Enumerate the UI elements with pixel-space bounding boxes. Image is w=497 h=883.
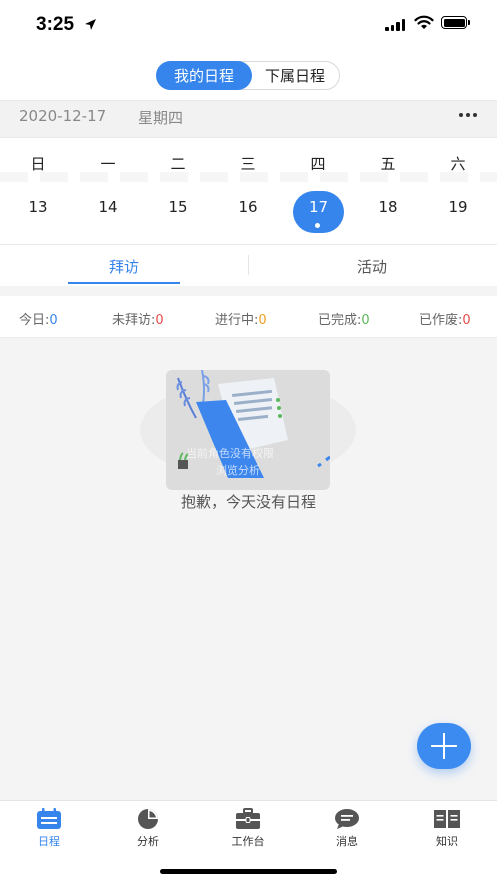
battery-tip bbox=[468, 20, 470, 25]
cellular-signal-icon bbox=[385, 18, 405, 31]
nav-label: 工作台 bbox=[231, 835, 265, 848]
stat-value: 0 bbox=[49, 313, 58, 328]
nav-item-workbench[interactable]: 工作台 bbox=[208, 808, 288, 849]
nav-item-schedule[interactable]: 日程 bbox=[9, 808, 89, 849]
nav-label: 消息 bbox=[336, 835, 358, 848]
nav-item-knowledge[interactable]: 知识 bbox=[407, 808, 487, 849]
calendar-list-icon bbox=[37, 808, 61, 829]
weekday-header: 五 bbox=[380, 155, 396, 173]
illustration-caption: 当前角色没有权限 bbox=[186, 446, 274, 460]
event-dot bbox=[315, 223, 320, 228]
nav-label: 知识 bbox=[436, 835, 458, 848]
stat-label: 已作废: bbox=[419, 313, 463, 328]
current-weekday: 星期四 bbox=[138, 109, 184, 127]
stat-voided[interactable]: 已作废:0 bbox=[419, 309, 471, 328]
weekday-header: 六 bbox=[450, 155, 466, 173]
stat-label: 未拜访: bbox=[112, 313, 156, 328]
empty-message: 抱歉，今天没有日程 bbox=[180, 493, 316, 511]
tab-divider bbox=[248, 255, 249, 275]
empty-illustration: 当前角色没有权限 浏览分析 bbox=[166, 370, 330, 490]
status-time: 3:25 bbox=[36, 14, 75, 35]
tab-activity[interactable]: 活动 bbox=[316, 256, 428, 277]
weekday-header: 四 bbox=[310, 155, 326, 173]
stat-label: 已完成: bbox=[318, 313, 362, 328]
book-icon bbox=[434, 810, 460, 828]
current-date[interactable]: 2020-12-17 bbox=[19, 107, 106, 125]
weekday-header: 三 bbox=[240, 155, 256, 173]
stat-label: 今日: bbox=[19, 313, 50, 328]
weekday-header: 一 bbox=[100, 155, 116, 173]
document-illustration-icon: 当前角色没有权限 浏览分析 bbox=[176, 370, 330, 478]
stat-completed[interactable]: 已完成:0 bbox=[318, 309, 370, 328]
stat-today[interactable]: 今日:0 bbox=[19, 309, 58, 328]
calendar-day[interactable]: 18 bbox=[368, 198, 408, 216]
plus-icon bbox=[431, 733, 457, 759]
stat-value: 0 bbox=[258, 313, 267, 328]
weekday-header: 二 bbox=[170, 155, 186, 173]
calendar-day[interactable]: 16 bbox=[228, 198, 268, 216]
calendar-day-selected[interactable]: 17 bbox=[293, 198, 344, 216]
calendar-day[interactable]: 14 bbox=[88, 198, 128, 216]
weekday-header: 日 bbox=[30, 155, 46, 173]
stat-value: 0 bbox=[361, 313, 370, 328]
stat-value: 0 bbox=[155, 313, 164, 328]
more-icon[interactable] bbox=[459, 113, 477, 117]
nav-item-analysis[interactable]: 分析 bbox=[108, 808, 188, 849]
chat-bubble-icon bbox=[335, 809, 359, 829]
calendar-day[interactable]: 13 bbox=[18, 198, 58, 216]
calendar-day[interactable]: 19 bbox=[438, 198, 478, 216]
calendar-day[interactable]: 15 bbox=[158, 198, 198, 216]
nav-label: 分析 bbox=[137, 835, 159, 848]
wifi-icon bbox=[414, 15, 434, 29]
home-indicator bbox=[160, 869, 337, 874]
nav-item-messages[interactable]: 消息 bbox=[307, 808, 387, 849]
add-schedule-button[interactable] bbox=[417, 723, 471, 769]
subordinate-schedule-tab[interactable]: 下属日程 bbox=[252, 61, 338, 90]
active-tab-indicator bbox=[68, 282, 180, 284]
nav-label: 日程 bbox=[38, 835, 60, 848]
stat-in-progress[interactable]: 进行中:0 bbox=[215, 309, 267, 328]
stat-not-visited[interactable]: 未拜访:0 bbox=[112, 309, 164, 328]
briefcase-icon bbox=[236, 808, 260, 829]
tab-visit[interactable]: 拜访 bbox=[68, 256, 180, 277]
location-arrow-icon bbox=[85, 19, 96, 30]
pie-chart-icon bbox=[138, 809, 158, 829]
stat-label: 进行中: bbox=[215, 313, 259, 328]
my-schedule-tab[interactable]: 我的日程 bbox=[156, 61, 252, 90]
battery-icon bbox=[441, 16, 467, 29]
stat-value: 0 bbox=[462, 313, 471, 328]
illustration-caption: 浏览分析 bbox=[216, 463, 260, 477]
